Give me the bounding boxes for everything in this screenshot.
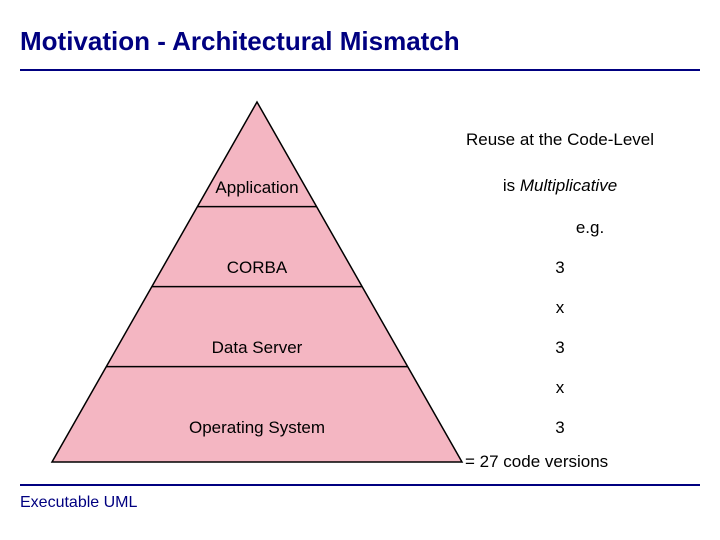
reuse-sub-prefix: is bbox=[503, 176, 520, 195]
eg-label: e.g. bbox=[550, 218, 630, 238]
factor-2: 3 bbox=[520, 338, 600, 358]
footer-rule bbox=[20, 484, 700, 486]
slide: Motivation - Architectural Mismatch Appl… bbox=[0, 0, 720, 540]
pyramid-layer-dataserver: Data Server bbox=[42, 338, 472, 358]
pyramid-diagram bbox=[42, 92, 472, 472]
pyramid-layer-application: Application bbox=[42, 178, 472, 198]
factor-3: 3 bbox=[520, 418, 600, 438]
multiply-2: x bbox=[520, 378, 600, 398]
pyramid-layer-os: Operating System bbox=[42, 418, 472, 438]
reuse-heading: Reuse at the Code-Level bbox=[430, 130, 690, 150]
slide-title: Motivation - Architectural Mismatch bbox=[20, 26, 700, 71]
result-text: = 27 code versions bbox=[465, 452, 705, 472]
footer-text: Executable UML bbox=[20, 494, 137, 512]
reuse-sub-em: Multiplicative bbox=[520, 176, 617, 195]
pyramid-layer-corba: CORBA bbox=[42, 258, 472, 278]
reuse-subheading: is Multiplicative bbox=[430, 176, 690, 196]
factor-1: 3 bbox=[520, 258, 600, 278]
multiply-1: x bbox=[520, 298, 600, 318]
